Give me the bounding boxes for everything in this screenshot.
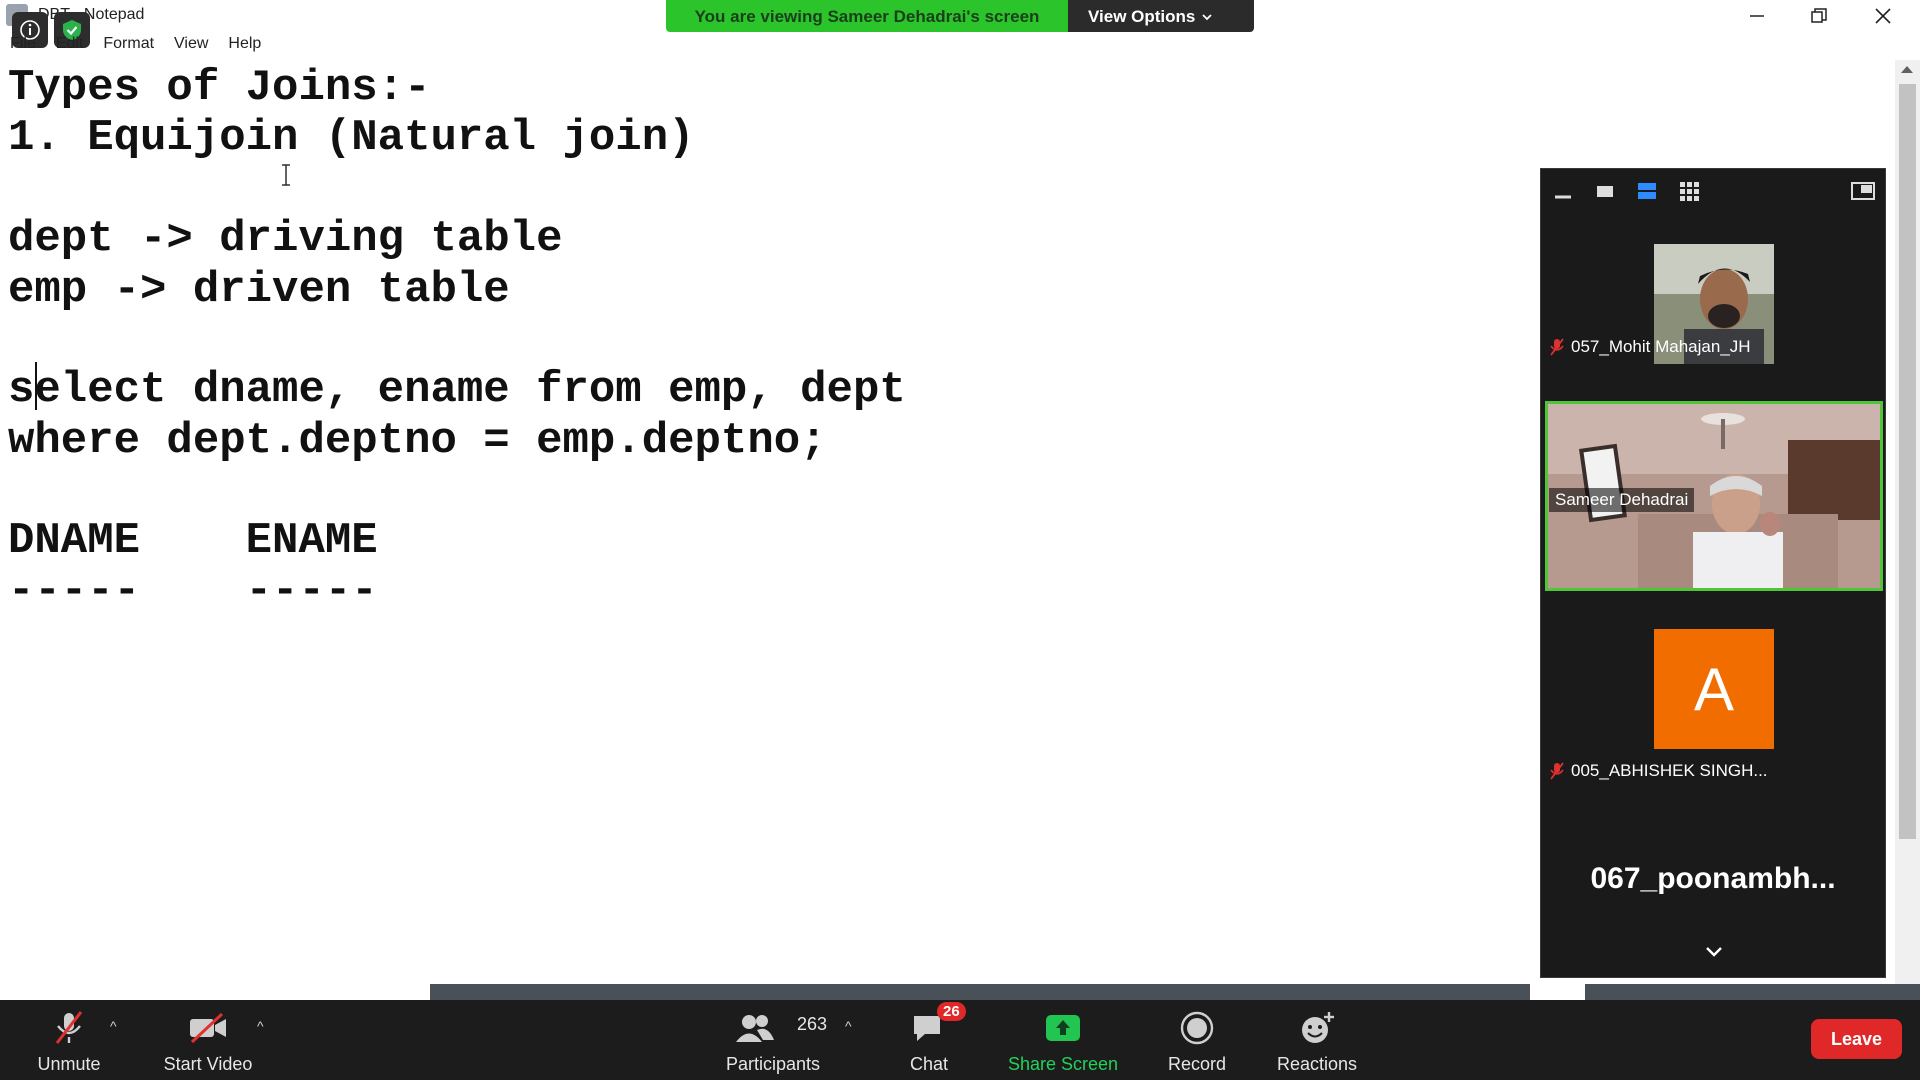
share-screen-label: Share Screen	[1007, 1054, 1119, 1074]
text-caret	[35, 362, 37, 410]
muted-mic-icon	[1550, 762, 1564, 780]
close-button[interactable]	[1852, 0, 1914, 32]
scroll-up-icon[interactable]	[1901, 66, 1913, 73]
pop-out-icon[interactable]	[1851, 181, 1875, 201]
participant-name: 005_ABHISHEK SINGH...	[1571, 761, 1768, 780]
speaker-view-icon[interactable]	[1595, 181, 1615, 201]
screen: DBT - Notepad File Edit Format View Help…	[0, 0, 1920, 1080]
record-button[interactable]: Record	[1160, 1000, 1234, 1080]
scrollbar-thumb[interactable]	[1899, 84, 1916, 839]
record-label: Record	[1167, 1054, 1227, 1074]
participants-label: Participants	[725, 1054, 821, 1074]
editor-line: 1. Equijoin (Natural join)	[8, 113, 695, 163]
participant-name-tile-2: Sameer Dehadrai	[1549, 488, 1695, 512]
muted-mic-icon	[1550, 338, 1564, 356]
audio-options-caret-icon[interactable]: ^	[110, 1018, 117, 1034]
start-video-label: Start Video	[163, 1054, 253, 1074]
editor-line: where dept.deptno = emp.deptno;	[8, 416, 827, 466]
editor-line: Types of Joins:-	[8, 63, 431, 113]
viewing-screen-text: You are viewing Sameer Dehadrai's screen	[666, 0, 1068, 32]
strip-view-icon[interactable]	[1637, 181, 1657, 201]
participants-options-caret-icon[interactable]: ^	[845, 1018, 852, 1034]
leave-button[interactable]: Leave	[1811, 1019, 1902, 1059]
reactions-label: Reactions	[1276, 1054, 1358, 1074]
participant-count: 263	[797, 1014, 828, 1034]
participants-icon	[736, 1015, 774, 1042]
vertical-scrollbar[interactable]	[1895, 60, 1920, 984]
video-options-caret-icon[interactable]: ^	[257, 1018, 264, 1034]
horizontal-scrollbar[interactable]	[430, 984, 1530, 1000]
participant-name: Sameer Dehadrai	[1555, 490, 1689, 509]
video-off-icon	[190, 1012, 226, 1044]
participants-button[interactable]: Participants	[718, 1000, 828, 1080]
scroll-down-chevron-icon[interactable]	[1704, 945, 1724, 959]
participant-name-tile-1: 057_Mohit Mahajan_JH	[1549, 337, 1751, 357]
editor-line: select dname, ename from emp, dept	[8, 365, 906, 415]
participants-video-panel: 057_Mohit Mahajan_JH Sameer Dehadrai A 0…	[1540, 168, 1886, 978]
panel-header	[1541, 169, 1885, 209]
share-screen-icon	[1046, 1015, 1080, 1041]
participant-name: 057_Mohit Mahajan_JH	[1571, 337, 1751, 356]
unmute-button[interactable]: Unmute	[28, 1000, 110, 1080]
start-video-button[interactable]: Start Video	[157, 1000, 259, 1080]
minimize-icon	[1750, 15, 1764, 17]
avatar: A	[1654, 629, 1774, 749]
record-icon	[1180, 1011, 1214, 1045]
restore-icon	[1811, 8, 1827, 23]
menu-bar: File Edit Format View Help	[0, 32, 271, 58]
ibeam-cursor-icon	[282, 164, 290, 186]
meeting-toolbar: Unmute ^ Start Video ^ Participants 263 …	[0, 1000, 1920, 1080]
participant-name-tile-3: 005_ABHISHEK SINGH...	[1549, 761, 1768, 781]
view-options-label: View Options	[1088, 7, 1196, 26]
editor-line: dept -> driving table	[8, 214, 563, 264]
chat-unread-badge: 26	[937, 1002, 966, 1021]
editor-line: emp -> driven table	[8, 265, 510, 315]
share-screen-button[interactable]: Share Screen	[1004, 1000, 1122, 1080]
menu-format[interactable]: Format	[93, 32, 164, 58]
screen-share-banner: You are viewing Sameer Dehadrai's screen…	[666, 0, 1254, 32]
chat-label: Chat	[909, 1054, 949, 1074]
menu-help[interactable]: Help	[218, 32, 271, 58]
editor-line: ----- -----	[8, 566, 378, 616]
unmute-label: Unmute	[37, 1054, 101, 1074]
editor-line: DNAME ENAME	[8, 516, 378, 566]
muted-mic-icon	[55, 1011, 83, 1044]
restore-button[interactable]	[1788, 0, 1850, 32]
menu-file[interactable]: File	[0, 32, 46, 58]
horizontal-scrollbar-track	[1585, 984, 1920, 1000]
reactions-button[interactable]: Reactions	[1272, 1000, 1362, 1080]
gallery-view-icon[interactable]	[1679, 181, 1699, 201]
menu-view[interactable]: View	[164, 32, 218, 58]
chevron-down-icon	[1202, 14, 1213, 21]
minimize-panel-icon[interactable]	[1553, 181, 1573, 201]
participant-name-tile-4: 067_poonambh...	[1590, 862, 1836, 895]
minimize-button[interactable]	[1726, 0, 1788, 32]
close-icon	[1875, 8, 1891, 24]
menu-edit[interactable]: Edit	[46, 32, 94, 58]
emoji-reaction-icon	[1302, 1012, 1334, 1043]
view-options-button[interactable]: View Options	[1068, 0, 1254, 32]
